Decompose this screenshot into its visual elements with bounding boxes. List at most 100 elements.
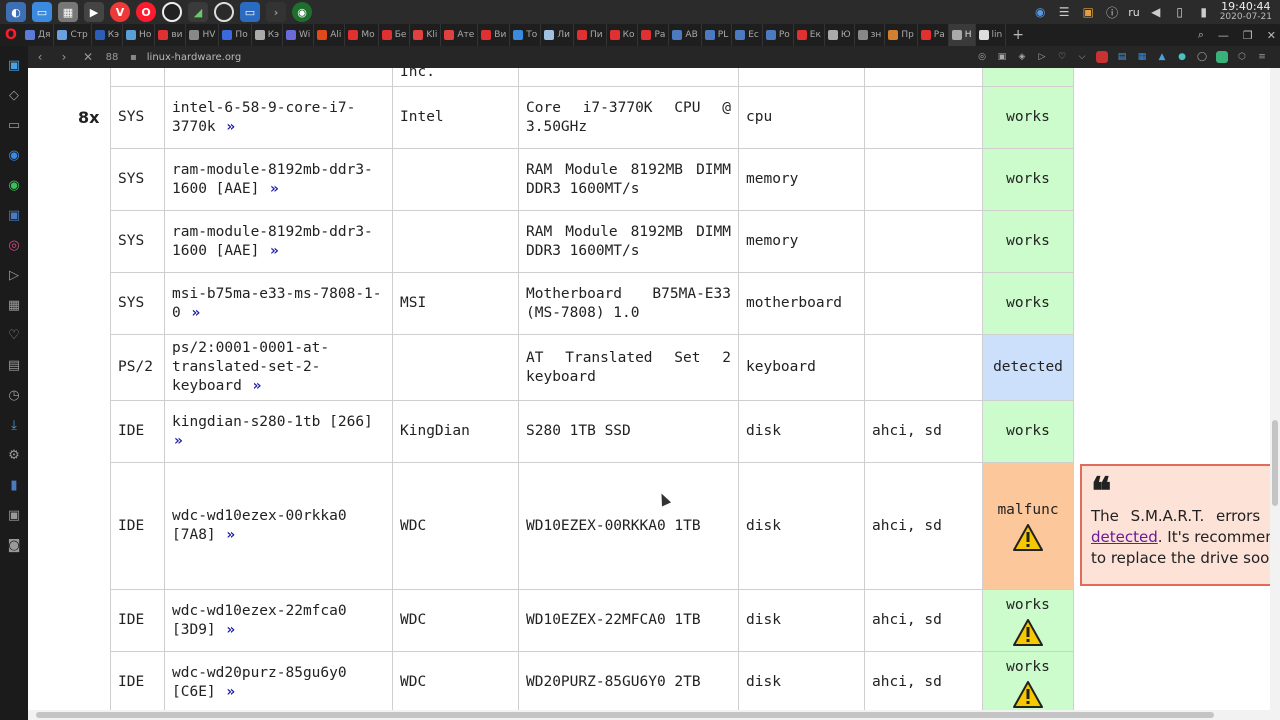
details-link[interactable]: » xyxy=(174,433,183,449)
sidebar-camera-icon[interactable]: ◙ xyxy=(0,530,28,560)
browser-tab[interactable]: Дя xyxy=(22,24,55,46)
details-link[interactable]: » xyxy=(226,527,235,543)
clock[interactable]: 19:40:44 2020-07-21 xyxy=(1220,1,1272,23)
cloud-icon[interactable]: ▲ xyxy=(1156,51,1168,63)
extension-blue-icon[interactable]: ▦ xyxy=(1136,51,1148,63)
sidebar-instagram-icon[interactable]: ◎ xyxy=(0,230,28,260)
browser-tab[interactable]: Ви xyxy=(478,24,511,46)
opera-menu-icon[interactable]: O xyxy=(0,24,22,46)
clipboard-icon[interactable]: ☰ xyxy=(1056,4,1072,20)
restore-icon[interactable]: ❐ xyxy=(1243,29,1253,42)
stop-button[interactable]: ✕ xyxy=(76,46,100,68)
horizontal-scrollbar[interactable] xyxy=(28,710,1280,720)
sidebar-feed-icon[interactable]: ◇ xyxy=(0,80,28,110)
browser-tab[interactable]: Бе xyxy=(379,24,411,46)
horizontal-scroll-thumb[interactable] xyxy=(36,712,1214,718)
details-link[interactable]: » xyxy=(253,378,262,394)
browser-tab[interactable]: Wi xyxy=(283,24,315,46)
volume-icon[interactable]: ◀ xyxy=(1148,4,1164,20)
sidebar-speed-dial-icon[interactable]: ▣ xyxy=(0,50,28,80)
opera-icon[interactable]: O xyxy=(136,2,156,22)
extension-red-icon[interactable] xyxy=(1096,51,1108,63)
browser-tab[interactable]: Стр xyxy=(54,24,92,46)
vivaldi-icon[interactable]: V xyxy=(110,2,130,22)
sidebar-workspaces-icon[interactable]: ▦ xyxy=(0,290,28,320)
terminal-icon[interactable]: ▶ xyxy=(84,2,104,22)
system-monitor-icon[interactable]: ◢ xyxy=(188,2,208,22)
battery-icon[interactable]: ▮ xyxy=(1196,4,1212,20)
browser-tab[interactable]: Кэ xyxy=(92,24,124,46)
sidebar-news-icon[interactable]: ▭ xyxy=(0,110,28,140)
browser-tab[interactable]: То xyxy=(510,24,542,46)
browser-tab[interactable]: Пр xyxy=(885,24,918,46)
sidebar-notes-icon[interactable]: ▤ xyxy=(0,350,28,380)
back-button[interactable]: ‹ xyxy=(28,46,52,68)
browser-tab[interactable]: Ра xyxy=(918,24,949,46)
sidebar-vk-icon[interactable]: ▣ xyxy=(0,200,28,230)
browser-tab[interactable]: Ю xyxy=(825,24,855,46)
browser-tab[interactable]: Ес xyxy=(732,24,763,46)
browser-tab[interactable]: PL xyxy=(702,24,733,46)
minimize-icon[interactable]: — xyxy=(1218,29,1229,42)
wallet-icon[interactable]: ⬡ xyxy=(1236,51,1248,63)
adblock-icon[interactable]: ◯ xyxy=(1196,51,1208,63)
sidebar-downloads-icon[interactable]: ⤓ xyxy=(0,410,28,440)
sidebar-settings-icon[interactable]: ⚙ xyxy=(0,440,28,470)
send-icon[interactable]: ▷ xyxy=(1036,51,1048,63)
details-link[interactable]: » xyxy=(270,243,279,259)
sidebar-extension-icon[interactable]: ▮ xyxy=(0,470,28,500)
details-link[interactable]: » xyxy=(226,684,235,700)
opera-window-icon[interactable] xyxy=(214,2,234,22)
url-field[interactable]: linux-hardware.org xyxy=(147,52,241,63)
sidebar-whatsapp-icon[interactable]: ◉ xyxy=(0,170,28,200)
browser-tab[interactable]: Кэ xyxy=(252,24,284,46)
browser-tab[interactable]: Ате xyxy=(441,24,479,46)
easy-setup-icon[interactable]: ≡ xyxy=(1256,51,1268,63)
new-tab-button[interactable]: + xyxy=(1006,27,1030,43)
bookmark-icon[interactable]: ⌵ xyxy=(1076,51,1088,63)
translate-icon[interactable]: ▤ xyxy=(1116,51,1128,63)
camera-icon[interactable]: ▣ xyxy=(996,51,1008,63)
browser-tab[interactable]: Ли xyxy=(541,24,574,46)
sidebar-bookmarks-icon[interactable]: ♡ xyxy=(0,320,28,350)
browser-tab[interactable]: Но xyxy=(123,24,156,46)
browser-tab[interactable]: Ali xyxy=(314,24,346,46)
sidebar-messenger-icon[interactable]: ◉ xyxy=(0,140,28,170)
vertical-scroll-thumb[interactable] xyxy=(1272,420,1278,506)
puzzle-icon[interactable]: ● xyxy=(1176,51,1188,63)
updates-icon[interactable]: ⓘ xyxy=(1104,4,1120,20)
browser-green-icon[interactable]: ◉ xyxy=(292,2,312,22)
screenshot-icon[interactable]: ▭ xyxy=(240,2,260,22)
file-manager-icon[interactable]: ▭ xyxy=(32,2,52,22)
vpn-shield-icon[interactable]: ◈ xyxy=(1016,51,1028,63)
browser-tab[interactable]: Пи xyxy=(574,24,607,46)
heart-icon[interactable]: ♡ xyxy=(1056,51,1068,63)
browser-tab[interactable]: H xyxy=(948,24,976,46)
details-link[interactable]: » xyxy=(270,181,279,197)
speed-dial-button[interactable]: 88 xyxy=(100,46,124,68)
browser-tab[interactable]: ви xyxy=(155,24,187,46)
browser-tab[interactable]: Kli xyxy=(410,24,442,46)
keyboard-layout[interactable]: ru xyxy=(1128,6,1140,19)
browser-tab[interactable]: Ро xyxy=(763,24,794,46)
notifications-icon[interactable]: ▯ xyxy=(1172,4,1188,20)
tab-search-icon[interactable]: ⌕ xyxy=(1198,28,1204,42)
kde-menu-icon[interactable]: ◐ xyxy=(6,2,26,22)
sidebar-send-icon[interactable]: ▷ xyxy=(0,260,28,290)
browser-tab[interactable]: Ек xyxy=(794,24,825,46)
opera-gx-icon[interactable] xyxy=(162,2,182,22)
network-globe-icon[interactable]: ◉ xyxy=(1032,4,1048,20)
sidebar-history-icon[interactable]: ◷ xyxy=(0,380,28,410)
archive-icon[interactable]: ▣ xyxy=(1080,4,1096,20)
detected-link[interactable]: detected xyxy=(1091,528,1158,546)
site-security-icon[interactable]: ▪ xyxy=(130,52,137,63)
close-window-icon[interactable]: ✕ xyxy=(1267,29,1276,42)
details-link[interactable]: » xyxy=(226,622,235,638)
snapshot-icon[interactable]: ◎ xyxy=(976,51,988,63)
browser-tab[interactable]: зн xyxy=(855,24,886,46)
vertical-scrollbar[interactable] xyxy=(1270,68,1280,710)
app-launcher-icon[interactable]: ▦ xyxy=(58,2,78,22)
browser-tab[interactable]: Мо xyxy=(345,24,379,46)
sidebar-box-icon[interactable]: ▣ xyxy=(0,500,28,530)
forward-button[interactable]: › xyxy=(52,46,76,68)
